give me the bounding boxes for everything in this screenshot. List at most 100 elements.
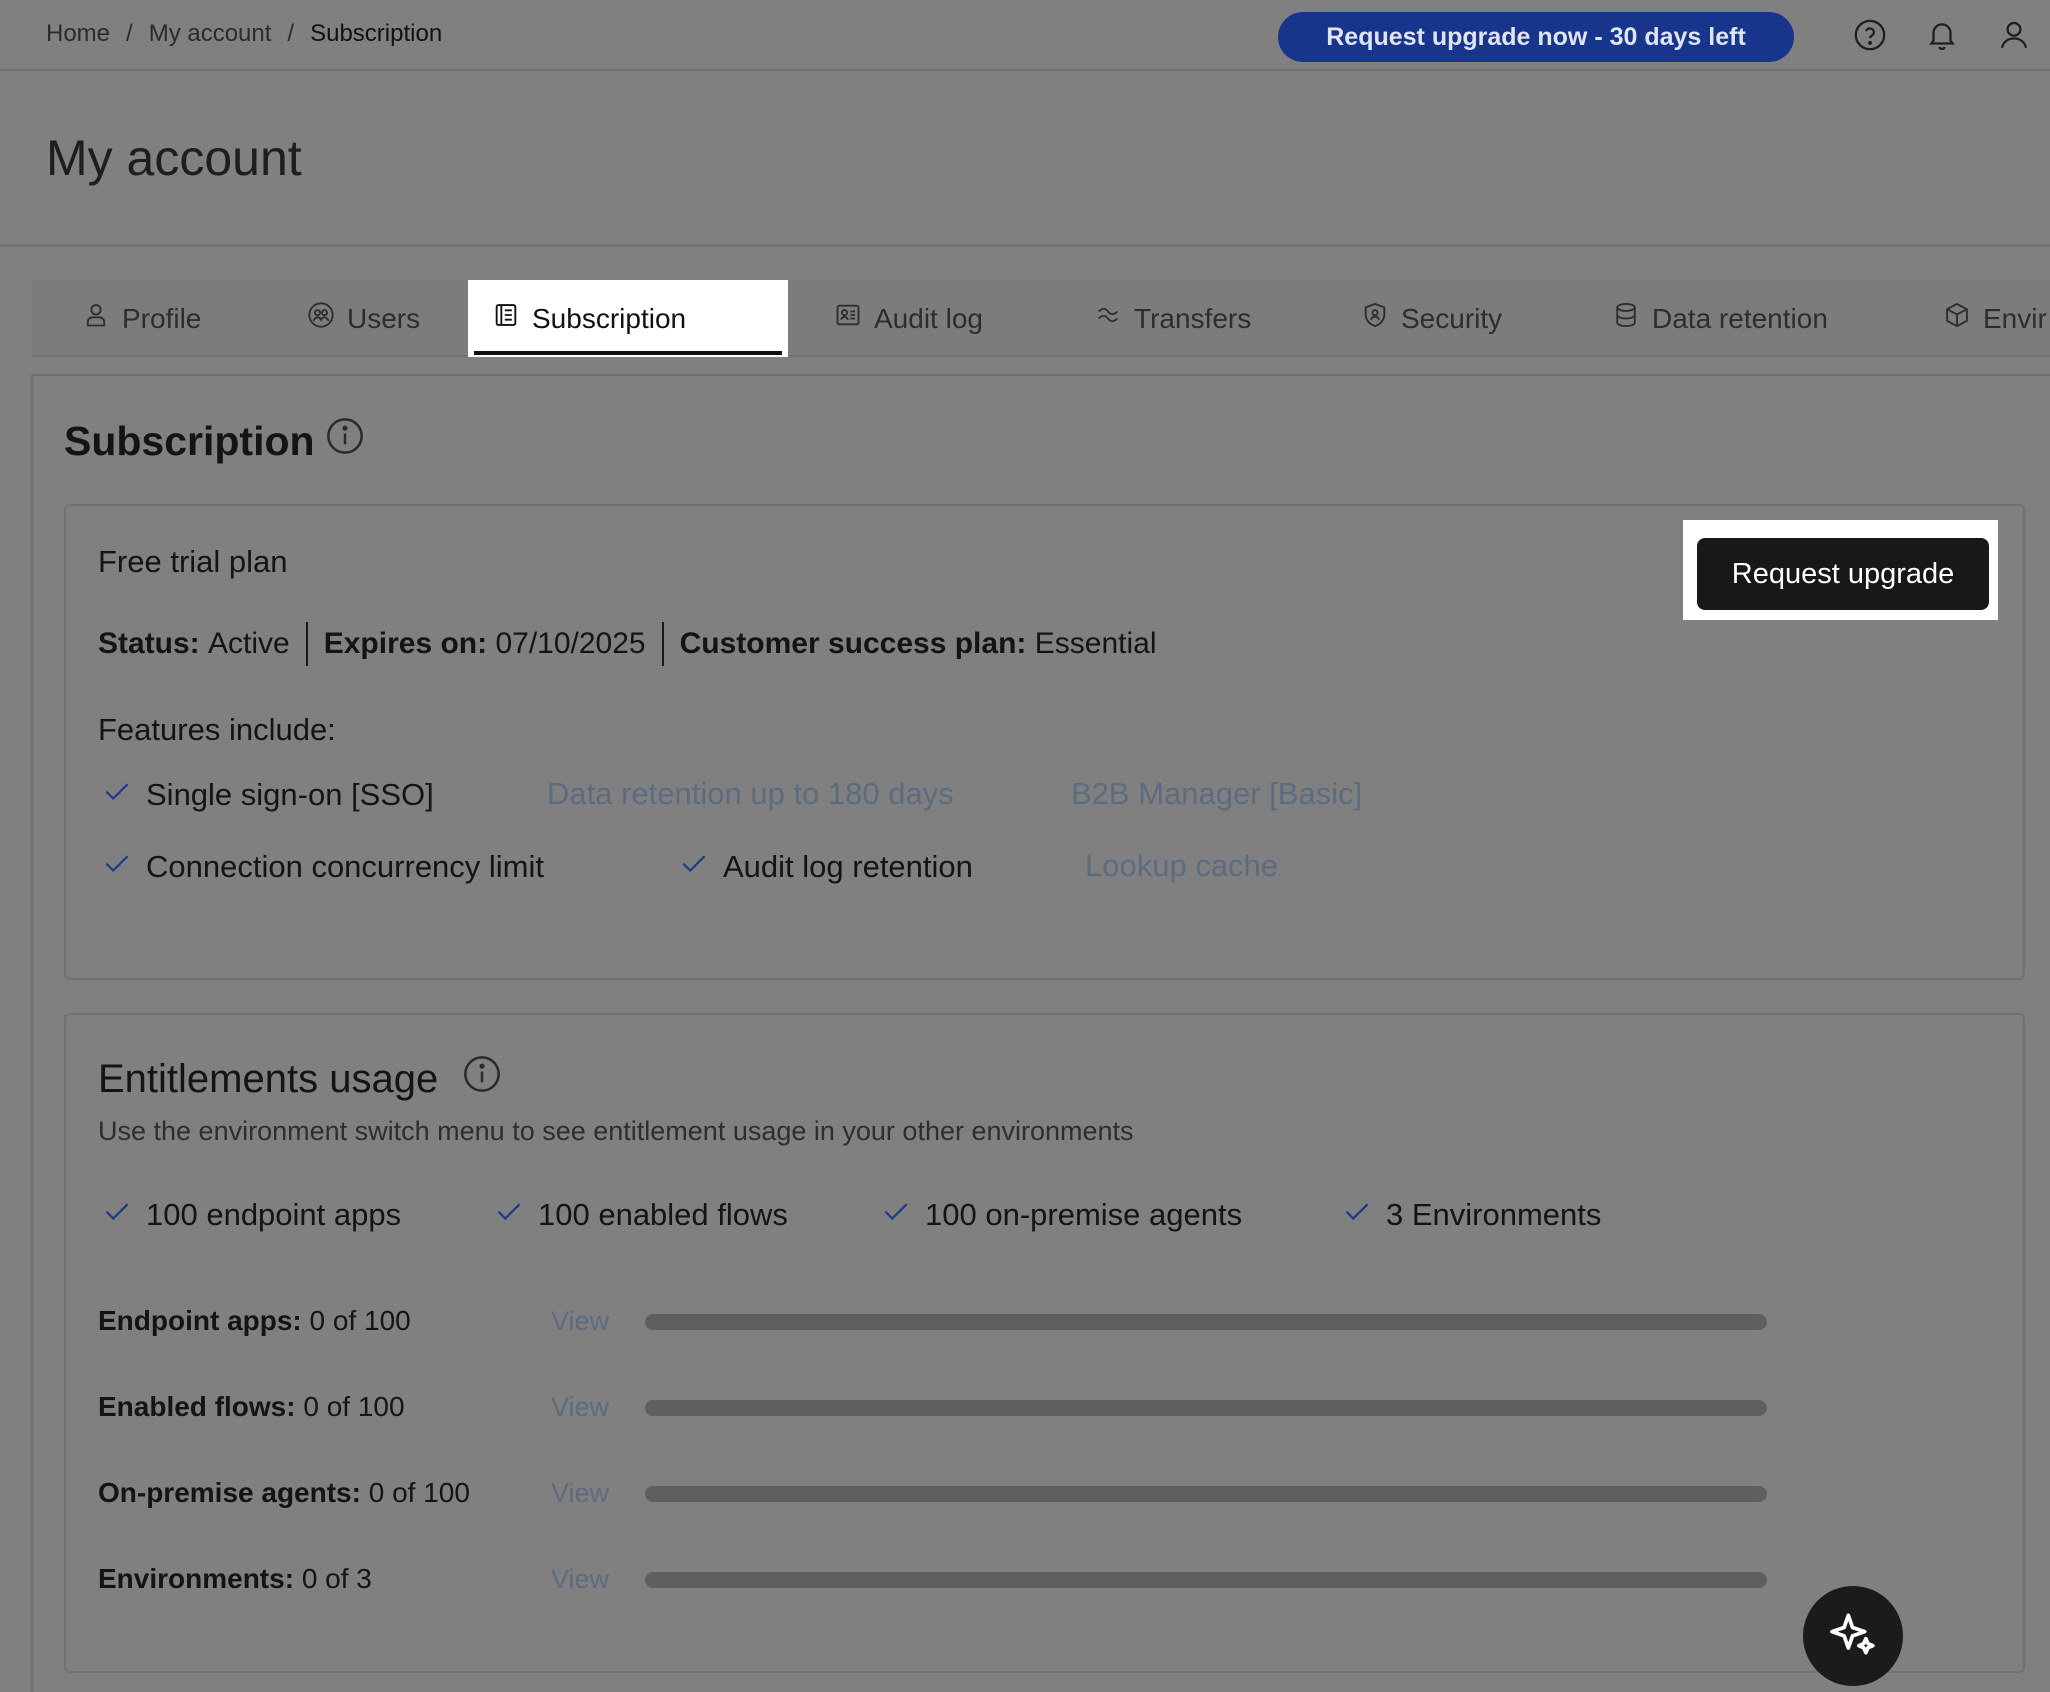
usage-label: Endpoint apps: xyxy=(98,1305,302,1336)
check-icon xyxy=(494,1196,524,1234)
check-icon xyxy=(881,1196,911,1234)
tab-label: Subscription xyxy=(532,302,687,334)
tab-label: Transfers xyxy=(1134,302,1252,334)
tab-label: Envir xyxy=(1983,302,2047,334)
status-value: Active xyxy=(208,627,290,660)
entitlement-summary-label: 100 endpoint apps xyxy=(146,1197,402,1232)
tab-subscription[interactable]: Subscription xyxy=(468,280,788,357)
user-icon[interactable] xyxy=(1997,18,2031,52)
csp-value: Essential xyxy=(1034,627,1157,660)
feature-label: Lookup cache xyxy=(1085,848,1279,883)
transfers-icon xyxy=(1094,301,1122,336)
usage-bar-environments xyxy=(645,1572,1767,1588)
database-icon xyxy=(1612,301,1640,336)
usage-on-premise-agents: On-premise agents: 0 of 100 xyxy=(98,1477,470,1509)
entitlements-title: Entitlements usage xyxy=(98,1054,502,1104)
csp-label: Customer success plan: xyxy=(679,627,1027,660)
tab-audit-log[interactable]: Audit log xyxy=(834,280,983,357)
check-icon xyxy=(102,848,132,886)
entitlement-summary-label: 3 Environments xyxy=(1386,1197,1602,1232)
usage-bar-enabled-flows xyxy=(645,1400,1767,1416)
tab-data-retention[interactable]: Data retention xyxy=(1612,280,1828,357)
feature-label: Audit log retention xyxy=(723,849,973,884)
feature-label: Connection concurrency limit xyxy=(146,849,545,884)
page-title: My account xyxy=(46,130,302,186)
breadcrumb-my-account[interactable]: My account xyxy=(149,20,272,48)
usage-endpoint-apps: Endpoint apps: 0 of 100 xyxy=(98,1305,411,1337)
tab-users[interactable]: Users xyxy=(307,280,420,357)
ai-assistant-button[interactable] xyxy=(1803,1586,1903,1686)
usage-value: 0 of 100 xyxy=(309,1305,411,1336)
account-tabs: Profile Users Subscription Audit log Tra… xyxy=(32,280,2050,357)
view-environments-link[interactable]: View xyxy=(551,1564,609,1595)
feature-label: B2B Manager [Basic] xyxy=(1071,776,1363,811)
breadcrumb-subscription: Subscription xyxy=(310,20,443,47)
request-upgrade-button[interactable]: Request upgrade xyxy=(1697,538,1989,610)
feature-item-disabled: B2B Manager [Basic] xyxy=(1071,776,1362,812)
entitlement-summary-item: 3 Environments xyxy=(1342,1196,1601,1234)
help-icon[interactable] xyxy=(1853,18,1887,52)
check-icon xyxy=(1342,1196,1372,1234)
tab-label: Security xyxy=(1401,302,1503,334)
plan-status-line: Status: Active Expires on: 07/10/2025 Cu… xyxy=(98,622,1156,666)
tab-label: Audit log xyxy=(874,302,983,334)
feature-item: Single sign-on [SSO] xyxy=(102,776,434,814)
top-bar: Home / My account / Subscription Request… xyxy=(0,0,2050,71)
usage-label: Enabled flows: xyxy=(98,1391,296,1422)
view-enabled-flows-link[interactable]: View xyxy=(551,1392,609,1423)
info-icon[interactable] xyxy=(325,416,365,466)
expires-label: Expires on: xyxy=(323,627,488,660)
feature-item: Audit log retention xyxy=(679,848,973,886)
section-title-text: Subscription xyxy=(64,417,315,464)
usage-bar-endpoint-apps xyxy=(645,1314,1767,1330)
entitlements-title-text: Entitlements usage xyxy=(98,1056,439,1101)
users-icon xyxy=(307,301,335,336)
usage-enabled-flows: Enabled flows: 0 of 100 xyxy=(98,1391,405,1423)
entitlements-description: Use the environment switch menu to see e… xyxy=(98,1116,1134,1146)
shield-icon xyxy=(1361,301,1389,336)
divider xyxy=(305,622,308,666)
breadcrumb-separator: / xyxy=(287,20,295,47)
page-header: My account xyxy=(0,73,2050,247)
breadcrumb-home[interactable]: Home xyxy=(46,20,110,48)
audit-icon xyxy=(834,301,862,336)
request-upgrade-promo-button[interactable]: Request upgrade now - 30 days left xyxy=(1278,12,1794,62)
tab-label: Data retention xyxy=(1652,302,1828,334)
info-icon[interactable] xyxy=(462,1054,502,1104)
upgrade-highlight: Request upgrade xyxy=(1683,520,1998,620)
feature-item-disabled: Data retention up to 180 days xyxy=(547,776,954,812)
usage-value: 0 of 100 xyxy=(303,1391,405,1422)
usage-label: Environments: xyxy=(98,1563,295,1594)
usage-value: 0 of 3 xyxy=(301,1563,372,1594)
feature-label: Data retention up to 180 days xyxy=(547,776,954,811)
check-icon xyxy=(102,1196,132,1234)
usage-label: On-premise agents: xyxy=(98,1477,361,1508)
plan-name: Free trial plan xyxy=(98,544,288,579)
features-title: Features include: xyxy=(98,712,336,747)
check-icon xyxy=(102,776,132,814)
entitlement-summary-item: 100 on-premise agents xyxy=(881,1196,1242,1234)
view-on-premise-agents-link[interactable]: View xyxy=(551,1478,609,1509)
document-icon xyxy=(492,301,520,336)
view-endpoint-apps-link[interactable]: View xyxy=(551,1306,609,1337)
tab-label: Profile xyxy=(122,302,202,334)
breadcrumb: Home / My account / Subscription xyxy=(46,20,442,48)
sparkle-icon xyxy=(1825,1606,1881,1667)
tab-environments[interactable]: Envir xyxy=(1943,280,2047,357)
feature-label: Single sign-on [SSO] xyxy=(146,777,434,812)
bell-icon[interactable] xyxy=(1925,18,1959,52)
breadcrumb-separator: / xyxy=(126,20,133,47)
divider xyxy=(661,622,664,666)
entitlement-summary-label: 100 on-premise agents xyxy=(925,1197,1243,1232)
tab-label: Users xyxy=(347,302,421,334)
entitlement-summary-label: 100 enabled flows xyxy=(538,1197,788,1232)
usage-value: 0 of 100 xyxy=(368,1477,470,1508)
feature-item: Connection concurrency limit xyxy=(102,848,544,886)
user-icon xyxy=(82,301,110,336)
feature-item-disabled: Lookup cache xyxy=(1085,848,1278,884)
status-label: Status: xyxy=(98,627,200,660)
tab-profile[interactable]: Profile xyxy=(82,280,201,357)
usage-environments: Environments: 0 of 3 xyxy=(98,1563,372,1595)
tab-transfers[interactable]: Transfers xyxy=(1094,280,1251,357)
tab-security[interactable]: Security xyxy=(1361,280,1502,357)
